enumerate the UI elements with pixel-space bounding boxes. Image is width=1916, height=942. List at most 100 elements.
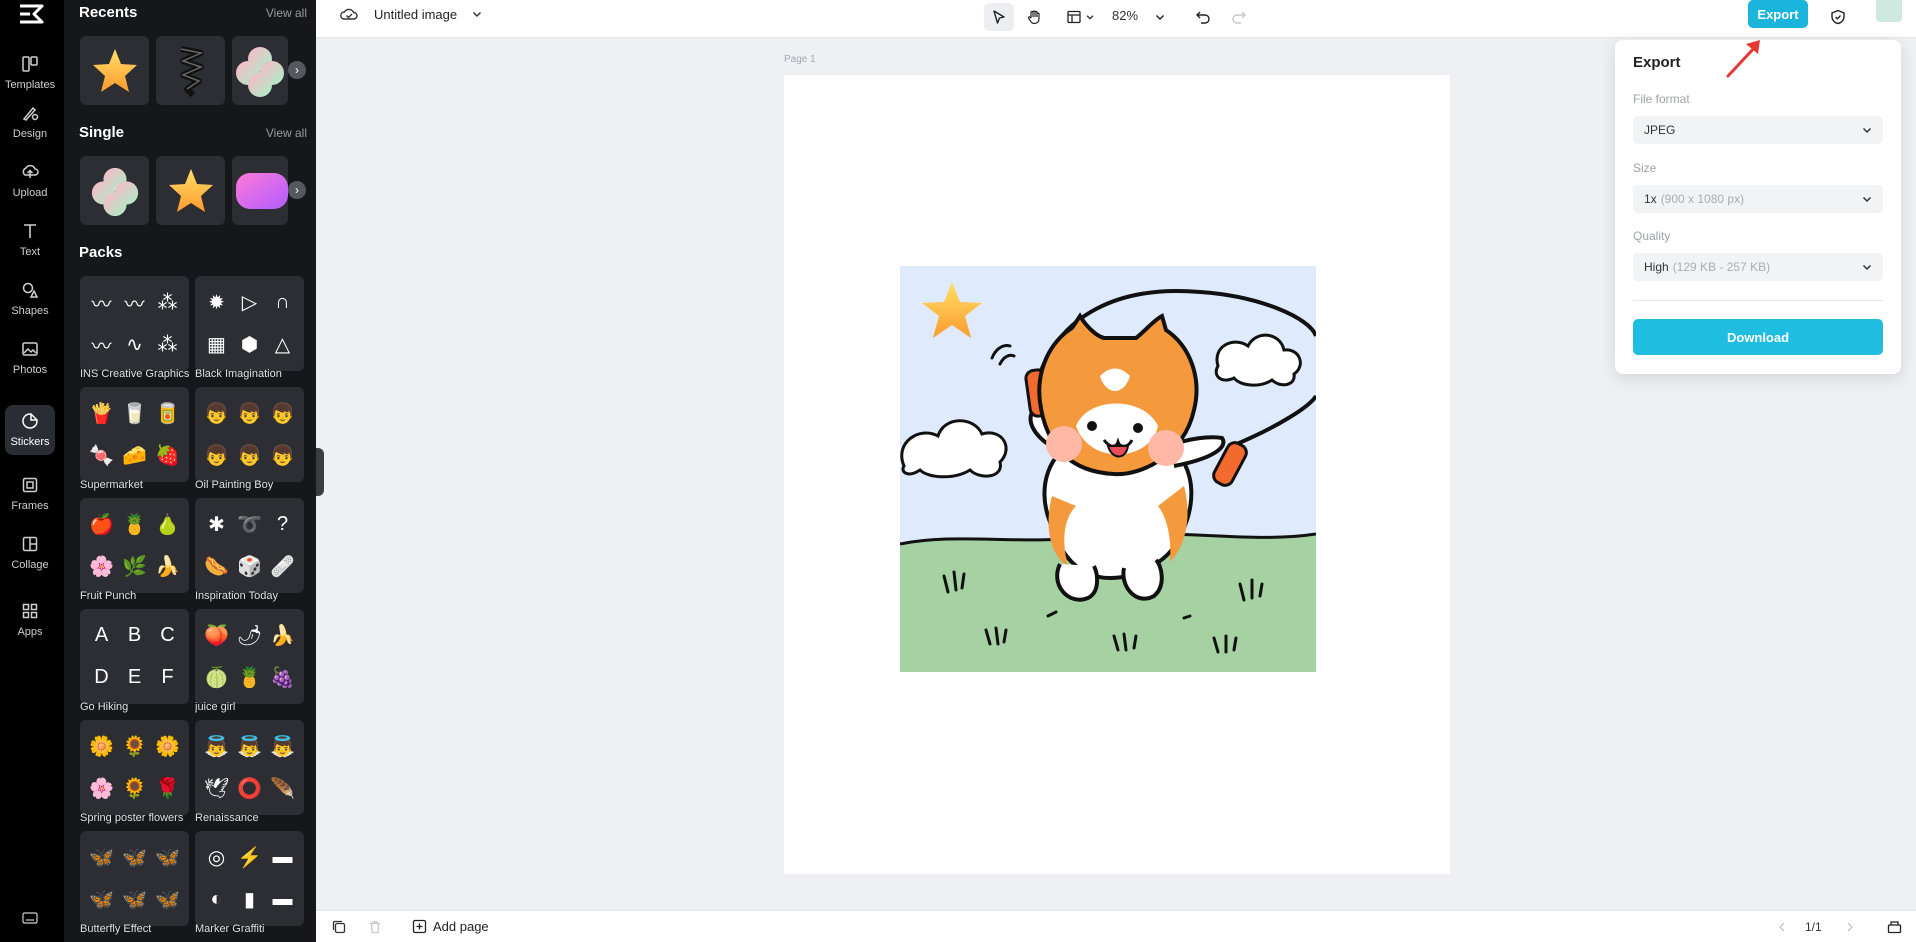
sticker-pack-tile[interactable]: 🍎 🍍 🍐 🌸 🌿 🍌 [80, 498, 189, 593]
rail-label: Templates [4, 79, 56, 91]
zoom-level[interactable]: 82% [1112, 8, 1138, 23]
delete-page-icon[interactable] [368, 920, 382, 934]
sticker-pack-tile[interactable]: 🍟 🥛 🥫 🍬 🧀 🍓 [80, 387, 189, 482]
star-sticker-icon [168, 168, 213, 212]
pack-sticker-preview: 〰 [91, 293, 112, 316]
redo-button[interactable] [1224, 3, 1254, 31]
sticker-pack-tile[interactable]: 👼 👼 👼 🕊 ⭕ 🪶 [195, 720, 304, 815]
sticker-pack-tile[interactable]: 🦋 🦋 🦋 🦋 🦋 🦋 [80, 831, 189, 926]
sticker-pack-tile[interactable]: 🌼 🌻 🌼 🌸 🌻 🌹 [80, 720, 189, 815]
pack-sticker-preview: 🦋 [89, 846, 114, 869]
document-title[interactable]: Untitled image [374, 7, 457, 22]
stickers-icon [22, 413, 38, 429]
cloud-sync-icon[interactable] [340, 6, 358, 22]
recents-next-arrow[interactable]: › [288, 61, 306, 79]
pack-sticker-preview: 🦋 [122, 846, 147, 869]
rail-item-upload[interactable]: Upload [5, 155, 55, 207]
rail-item-photos[interactable]: Photos [5, 332, 55, 384]
zoom-dropdown-button[interactable] [1150, 3, 1170, 31]
pack-sticker-preview: C [160, 623, 175, 646]
sticker-pack-tile[interactable]: 〰〰 ⁂ 〰 ∿ ⁂ [80, 276, 189, 371]
recent-sticker-flower[interactable] [232, 36, 288, 105]
quality-select[interactable]: High (129 KB - 257 KB) [1633, 253, 1883, 281]
rail-label: Shapes [11, 305, 49, 317]
rail-item-stickers[interactable]: Stickers [5, 405, 55, 455]
recent-sticker-star[interactable] [80, 36, 149, 105]
sticker-pack-tile[interactable]: 🍑 🌶 🍌 🍈 🍍 🍇 [195, 609, 304, 704]
size-value: 1x [1644, 192, 1657, 206]
next-page-icon[interactable] [1844, 921, 1856, 933]
sticker-pack-tile[interactable]: ✹ ▷ ∩ ▦ ⬢ △ [195, 276, 304, 371]
recent-sticker-spiral[interactable] [156, 36, 225, 105]
rail-label: Stickers [10, 436, 50, 448]
export-button[interactable]: Export [1748, 0, 1808, 28]
recents-header: Recents View all [79, 4, 307, 21]
recents-view-all-link[interactable]: View all [266, 6, 307, 20]
panel-collapse-handle[interactable] [316, 448, 324, 496]
sticker-pack-tile[interactable]: ✱ ➰? 🌭 🎲 🩹 [195, 498, 304, 593]
pack-sticker-preview: 🧀 [122, 445, 147, 468]
download-button[interactable]: Download [1633, 319, 1883, 355]
pack-sticker-preview: 🌼 [89, 735, 114, 758]
sticker-pack-tile[interactable]: ABC DEF [80, 609, 189, 704]
sticker-pack-tile[interactable]: 👦 👦 👦 👦 👦 👦 [195, 387, 304, 482]
single-next-arrow[interactable]: › [288, 181, 306, 199]
top-toolbar: Untitled image 82% Export [316, 0, 1916, 38]
pack-sticker-preview: 🪶 [270, 778, 295, 801]
templates-icon [22, 56, 38, 72]
pack-sticker-preview: 🍓 [155, 445, 180, 468]
rail-item-collage[interactable]: Collage [5, 527, 55, 579]
pack-sticker-preview: 🥫 [155, 402, 180, 425]
single-view-all-link[interactable]: View all [266, 126, 307, 140]
single-sticker-star[interactable] [156, 156, 225, 225]
quality-detail: (129 KB - 257 KB) [1672, 260, 1771, 274]
photos-icon [22, 342, 38, 356]
rail-item-templates[interactable]: Templates [5, 47, 55, 99]
page-label: Page 1 [784, 54, 816, 65]
shield-button[interactable] [1823, 3, 1853, 31]
rail-item-apps[interactable]: Apps [5, 594, 55, 646]
document-title-area: Untitled image [340, 6, 483, 22]
add-page-icon [412, 919, 427, 934]
rail-item-design[interactable]: Design [5, 96, 55, 148]
sticker-pack-label: juice girl [195, 701, 236, 713]
size-select[interactable]: 1x (900 x 1080 px) [1633, 185, 1883, 213]
single-sticker-gradient-pill[interactable] [232, 156, 288, 225]
pack-sticker-preview: ▦ [207, 334, 226, 357]
pack-sticker-preview: 🦋 [89, 889, 114, 912]
cat-jump-rope-artwork[interactable] [900, 266, 1316, 672]
pack-sticker-preview: ✱ [208, 513, 225, 536]
undo-button[interactable] [1188, 3, 1218, 31]
pack-sticker-preview: 🌸 [89, 556, 114, 579]
rail-item-shapes[interactable]: Shapes [5, 273, 55, 325]
sticker-pack-label: Spring poster flowers [80, 812, 184, 824]
keyboard-icon[interactable] [22, 912, 38, 924]
rail-label: Apps [17, 626, 43, 638]
single-sticker-flower[interactable] [80, 156, 149, 225]
pack-sticker-preview: 🩹 [270, 556, 295, 579]
frames-icon [22, 477, 38, 493]
page-manager-icon[interactable] [1887, 920, 1902, 934]
pack-sticker-preview: ∩ [275, 290, 290, 313]
layout-menu-button[interactable] [1060, 3, 1100, 31]
hand-tool-button[interactable] [1019, 3, 1049, 31]
pack-sticker-preview: 🍐 [155, 513, 180, 536]
chevron-down-icon[interactable] [471, 8, 483, 20]
pack-sticker-preview: 👦 [270, 402, 295, 425]
rail-item-frames[interactable]: Frames [5, 468, 55, 520]
sticker-pack-tile[interactable]: ◎ ⚡ ▬ ◐ ▮ ▬ [195, 831, 304, 926]
pack-sticker-preview: 〰 [124, 293, 145, 316]
prev-page-icon[interactable] [1776, 921, 1788, 933]
duplicate-page-icon[interactable] [332, 920, 346, 934]
select-tool-button[interactable] [984, 3, 1014, 31]
spiral-sticker-icon [179, 45, 204, 97]
capcut-logo-icon[interactable] [16, 2, 46, 30]
left-rail: Templates Design Upload Text Shapes Phot… [0, 0, 64, 942]
rail-item-text[interactable]: Text [5, 214, 55, 266]
sticker-pack-label: INS Creative Graphics [80, 368, 190, 380]
add-page-label: Add page [433, 919, 489, 934]
file-format-select[interactable]: JPEG [1633, 116, 1883, 144]
add-page-button[interactable]: Add page [412, 919, 489, 934]
account-avatar[interactable] [1876, 0, 1902, 22]
pack-sticker-preview: 🌭 [204, 556, 229, 579]
